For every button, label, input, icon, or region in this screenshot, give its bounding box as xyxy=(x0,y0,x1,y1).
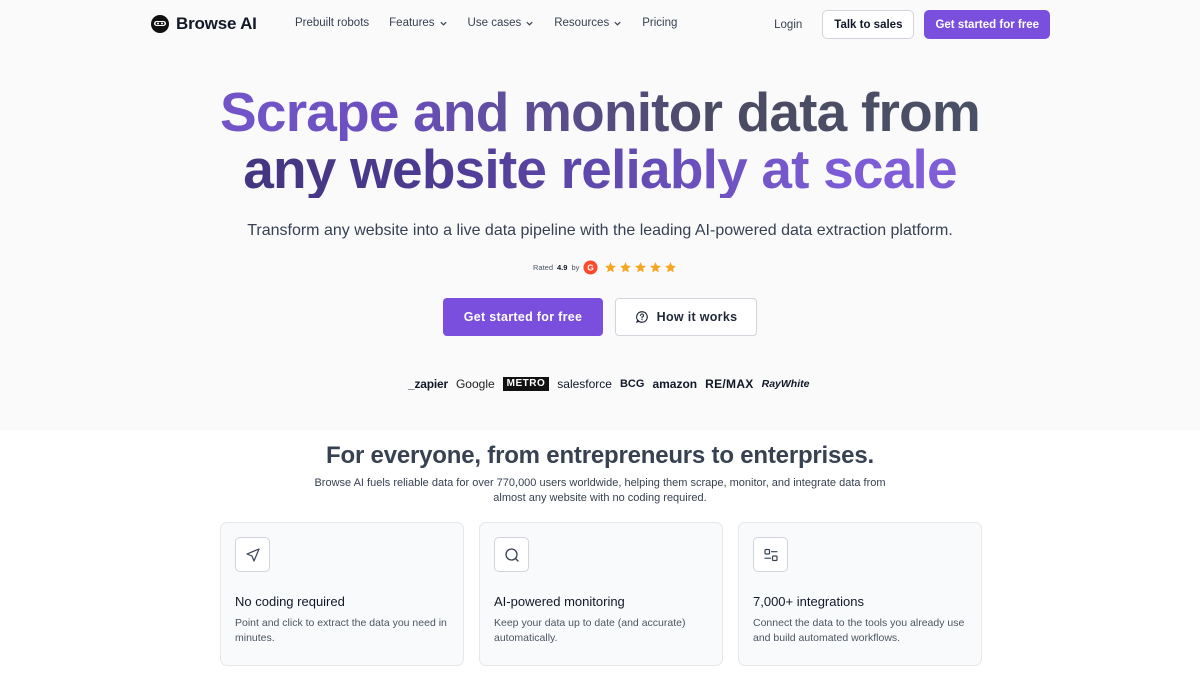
nav-use-cases[interactable]: Use cases xyxy=(468,17,535,29)
rating-suffix: by xyxy=(571,263,580,272)
nav-label: Resources xyxy=(554,17,610,29)
star-rating xyxy=(604,261,677,274)
card-icon-box xyxy=(235,537,270,572)
feature-cards: No coding required Point and click to ex… xyxy=(220,522,982,666)
robot-logo-icon xyxy=(151,15,169,33)
brand-name: Browse AI xyxy=(176,14,257,33)
hero-subtitle: Transform any website into a live data p… xyxy=(247,222,953,239)
section-title: For everyone, from entrepreneurs to ente… xyxy=(326,442,874,469)
g2-logo-icon: G xyxy=(583,260,598,275)
remax-logo: RE/MAX xyxy=(705,377,754,391)
nav-prebuilt-robots[interactable]: Prebuilt robots xyxy=(295,17,369,29)
nav-label: Prebuilt robots xyxy=(295,17,370,29)
hero-get-started-button[interactable]: Get started for free xyxy=(443,298,603,336)
card-title: AI-powered monitoring xyxy=(494,594,625,609)
chevron-down-icon xyxy=(526,21,533,26)
section-subtitle: Browse AI fuels reliable data for over 7… xyxy=(314,477,886,504)
zapier-logo: _zapier xyxy=(408,377,448,391)
cursor-arrow-icon xyxy=(245,547,260,562)
top-nav: Browse AI Prebuilt robots Features Use c… xyxy=(0,0,1200,50)
feature-card-no-coding[interactable]: No coding required Point and click to ex… xyxy=(220,522,464,666)
card-icon-box xyxy=(494,537,529,572)
star-icon xyxy=(650,262,662,273)
hero-cta-row: Get started for free How it works xyxy=(443,298,757,336)
nav-label: Pricing xyxy=(642,17,678,29)
feature-card-integrations[interactable]: 7,000+ integrations Connect the data to … xyxy=(738,522,982,666)
svg-text:G: G xyxy=(588,263,595,273)
card-text: Keep your data up to date (and accurate)… xyxy=(494,617,686,644)
nav-resources[interactable]: Resources xyxy=(554,17,622,29)
nav-label: Features xyxy=(389,17,435,29)
star-icon xyxy=(665,262,677,273)
nav-actions: Login Talk to sales Get started for free xyxy=(764,10,1050,39)
card-icon-box xyxy=(753,537,788,572)
hero-title-line-1: Scrape and monitor data from xyxy=(0,84,1200,141)
card-text: Connect the data to the tools you alread… xyxy=(753,617,965,644)
google-logo: Google xyxy=(455,377,495,391)
salesforce-logo: salesforce xyxy=(557,377,612,391)
brand-logo[interactable]: Browse AI xyxy=(150,14,257,34)
login-link[interactable]: Login xyxy=(764,19,812,31)
audience-section: For everyone, from entrepreneurs to ente… xyxy=(0,430,1200,675)
nav-links: Prebuilt robots Features Use cases Resou… xyxy=(295,17,677,29)
star-icon xyxy=(605,262,617,273)
chevron-down-icon xyxy=(439,21,447,26)
star-icon xyxy=(635,262,647,273)
nav-label: Use cases xyxy=(467,17,522,29)
feature-card-ai-monitoring[interactable]: AI-powered monitoring Keep your data up … xyxy=(479,522,723,666)
card-title: No coding required xyxy=(235,594,345,609)
amazon-logo: amazon xyxy=(652,377,698,391)
bcg-logo: BCG xyxy=(619,378,645,390)
nav-features[interactable]: Features xyxy=(389,17,447,29)
magnifier-icon xyxy=(504,547,519,562)
rating-prefix: Rated xyxy=(533,263,554,272)
talk-to-sales-button[interactable]: Talk to sales xyxy=(822,10,915,39)
integrations-icon xyxy=(763,548,778,561)
metro-logo: METRO xyxy=(502,377,550,391)
how-it-works-label: How it works xyxy=(656,310,738,324)
card-text: Point and click to extract the data you … xyxy=(235,617,447,644)
rating-value: 4.9 xyxy=(557,263,568,272)
customer-logos: _zapier Google METRO salesforce BCG amaz… xyxy=(408,377,809,391)
hero-title: Scrape and monitor data from any website… xyxy=(0,84,1200,198)
chat-bubble-icon xyxy=(635,311,648,323)
rating-badge[interactable]: Rated 4.9 by G xyxy=(533,260,677,275)
hero-title-line-2: any website reliably at scale xyxy=(0,141,1200,198)
star-icon xyxy=(620,262,632,273)
how-it-works-button[interactable]: How it works xyxy=(615,298,757,336)
card-title: 7,000+ integrations xyxy=(753,594,864,609)
raywhite-logo: RayWhite xyxy=(761,378,810,390)
chevron-down-icon xyxy=(614,21,621,26)
nav-get-started-button[interactable]: Get started for free xyxy=(924,10,1050,39)
nav-pricing[interactable]: Pricing xyxy=(642,17,677,29)
